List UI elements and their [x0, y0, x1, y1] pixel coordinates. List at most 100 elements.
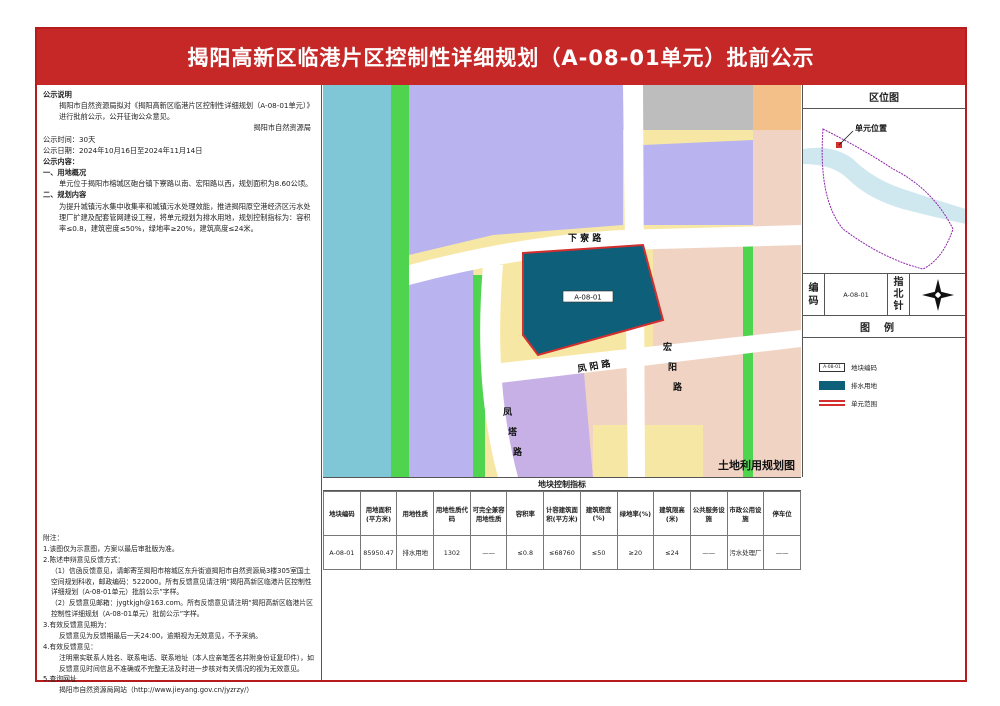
- th-9: 建筑限高(米): [653, 491, 691, 536]
- note-4: 4.有效反馈意见：: [43, 642, 98, 651]
- code-label: 编 码: [803, 274, 825, 315]
- legend-swatch-boundary: [819, 400, 845, 406]
- note-3a: 反馈意见为反馈期最后一天24:00，逾期视为无效意见，不予采纳。: [59, 631, 263, 640]
- td-2: 排水用地: [396, 535, 435, 570]
- td-7: ≤50: [579, 535, 618, 570]
- north-label-1: 指: [893, 276, 904, 288]
- td-1: 85950.47: [359, 535, 398, 570]
- road-label-fengta-2: 塔: [508, 426, 518, 438]
- td-10: ——: [689, 535, 728, 570]
- table-row: A-08-01 85950.47 排水用地 1302 —— ≤0.8 ≤6876…: [323, 535, 801, 570]
- indicator-table: 地块编码 用地面积(平方米) 用地性质 用地性质代码 可完全兼容用地性质 容积率…: [323, 491, 801, 570]
- commercial-corner: [753, 85, 801, 130]
- legend-label-boundary: 单元范围: [851, 400, 877, 408]
- th-6: 计容建筑面积(平方米): [543, 491, 581, 536]
- notes-heading: 附注：: [43, 534, 64, 542]
- road-label-hongyang-1: 宏: [663, 341, 672, 353]
- location-marker-label: 单元位置: [855, 123, 887, 133]
- th-7: 建筑密度(%): [579, 491, 618, 536]
- section1-body: 单元位于揭阳市榕城区砲台镇下寮路以南、宏阳路以西，规划面积为8.60公顷。: [59, 179, 313, 189]
- td-9: ≤24: [653, 535, 691, 570]
- code-label-2: 码: [808, 295, 819, 307]
- section2-title: 二、规划内容: [43, 190, 87, 200]
- th-5: 容积率: [506, 491, 545, 536]
- note-5: 5.查询网址: [43, 675, 77, 684]
- legend-item-code: A-08-01 地块编码: [819, 358, 965, 376]
- note-2a: （1）信函反馈意见，请邮寄至揭阳市榕城区东升街道揭阳市自然资源局3楼305室国土…: [51, 566, 312, 597]
- note-1: 1.该图仅为示意图，方案以最后审批版为准。: [43, 544, 179, 553]
- legend-item-boundary: 单元范围: [819, 394, 965, 412]
- notice-body: 揭阳市自然资源局拟对《揭阳高新区临港片区控制性详细规划（A-08-01单元）》进…: [59, 101, 314, 122]
- road-label-hongyang-2: 阳: [668, 362, 677, 373]
- th-12: 停车位: [763, 491, 801, 536]
- residential-block-w: [409, 265, 483, 477]
- green-belt-east: [743, 245, 753, 477]
- code-value: A-08-01: [825, 274, 888, 315]
- note-2b: （2）反馈意见邮箱：jygtkjgh@163.com。所有反馈意见请注明“揭阳高…: [51, 599, 313, 619]
- map-title: 土地利用规划图: [718, 459, 795, 472]
- code-row: 编 码 A-08-01 指 北 针: [803, 274, 965, 316]
- north-arrow: [910, 274, 965, 315]
- td-3: 1302: [433, 535, 471, 570]
- legend-label-drainage: 排水用地: [851, 382, 877, 390]
- legend-heading: 图例: [803, 316, 965, 338]
- note-3: 3.有效反馈意见期为：: [43, 621, 111, 629]
- land-use-map-drawing: A-08-01 下 寮 路 凤 阳 路 宏 阳 路 凤 塔 路: [323, 85, 801, 477]
- table-title: 地块控制指标: [323, 477, 801, 491]
- td-0: A-08-01: [323, 535, 361, 570]
- location-map: 单元位置: [803, 109, 965, 274]
- th-2: 用地性质: [396, 491, 435, 536]
- notes-block: 附注： 1.该图仅为示意图，方案以最后审批版为准。 2.陈述申辩意见反馈方式： …: [43, 533, 315, 696]
- poster-title: 揭阳高新区临港片区控制性详细规划（A-08-01单元）批前公示: [37, 29, 965, 85]
- legend-item-drainage: 排水用地: [819, 376, 965, 394]
- code-label-1: 编: [808, 282, 819, 294]
- road-label-fengta-3: 路: [513, 446, 523, 458]
- road-label-hongyang-3: 路: [673, 381, 683, 393]
- road-label-fengta-1: 凤: [503, 407, 512, 418]
- right-column: 区位图 单元位置 编 码 A-08-01 指 北 针 图例 A-08-01 地块…: [802, 85, 965, 477]
- th-10: 公共服务设施: [689, 491, 728, 536]
- table-header-row: 地块编码 用地面积(平方米) 用地性质 用地性质代码 可完全兼容用地性质 容积率…: [323, 491, 801, 536]
- notice-block: 公示说明 揭阳市自然资源局拟对《揭阳高新区临港片区控制性详细规划（A-08-01…: [43, 89, 317, 234]
- road-label-xialiao: 下 寮 路: [568, 232, 602, 244]
- north-label-3: 针: [893, 300, 904, 312]
- td-6: ≤68760: [543, 535, 581, 570]
- note-2: 2.陈述申辩意见反馈方式：: [43, 555, 125, 564]
- th-0: 地块编码: [323, 491, 361, 536]
- td-12: ——: [763, 535, 801, 570]
- north-arrow-icon: [921, 278, 954, 311]
- section1-title: 一、用地概况: [43, 168, 87, 178]
- green-strip-left: [391, 85, 409, 477]
- commercial-block-ne: [753, 130, 801, 235]
- th-11: 市政公用设施: [726, 491, 765, 536]
- legend-label-code: 地块编码: [851, 364, 877, 372]
- location-map-drawing: 单元位置: [803, 109, 965, 273]
- notice-dates: 公示日期：2024年10月16日至2024年11月14日: [43, 145, 203, 155]
- location-heading: 区位图: [803, 85, 965, 109]
- north-label-2: 北: [893, 288, 904, 300]
- parcel-label: A-08-01: [574, 294, 602, 302]
- td-8: ≥20: [616, 535, 655, 570]
- th-1: 用地面积(平方米): [359, 491, 398, 536]
- content-heading: 公示内容：: [43, 156, 79, 166]
- legend-swatch-drainage: [819, 380, 845, 390]
- notice-period: 公示时间：30天: [43, 134, 96, 144]
- north-label: 指 北 针: [888, 274, 910, 315]
- yellow-block-south: [593, 425, 703, 477]
- th-4: 可完全兼容用地性质: [469, 491, 508, 536]
- note-5a: 揭阳市自然资源局网站（http://www.jieyang.gov.cn/jyz…: [59, 686, 254, 695]
- note-4a: 注明需实联系人姓名、联系电话、联系地址（本人应亲笔签名并附身份证复印件），如反馈…: [59, 653, 314, 673]
- section2-body: 为提升城镇污水集中收集率和城镇污水处理效能，推进揭阳原空港经济区污水处理厂扩建及…: [59, 201, 311, 233]
- land-use-map: A-08-01 下 寮 路 凤 阳 路 宏 阳 路 凤 塔 路 土地利用规划图: [323, 85, 801, 477]
- river-channel: [323, 85, 391, 477]
- th-3: 用地性质代码: [433, 491, 471, 536]
- notice-heading: 公示说明: [43, 90, 72, 99]
- td-11: 污水处理厂: [726, 535, 765, 570]
- indicator-table-block: 地块控制指标 地块编码 用地面积(平方米) 用地性质 用地性质代码 可完全兼容用…: [323, 477, 837, 585]
- legend-swatch-code: A-08-01: [819, 362, 845, 372]
- th-8: 绿地率(%): [616, 491, 655, 536]
- left-column: 公示说明 揭阳市自然资源局拟对《揭阳高新区临港片区控制性详细规划（A-08-01…: [37, 85, 322, 694]
- td-4: ——: [469, 535, 508, 570]
- td-5: ≤0.8: [506, 535, 545, 570]
- legend: A-08-01 地块编码 排水用地 单元范围: [803, 338, 965, 412]
